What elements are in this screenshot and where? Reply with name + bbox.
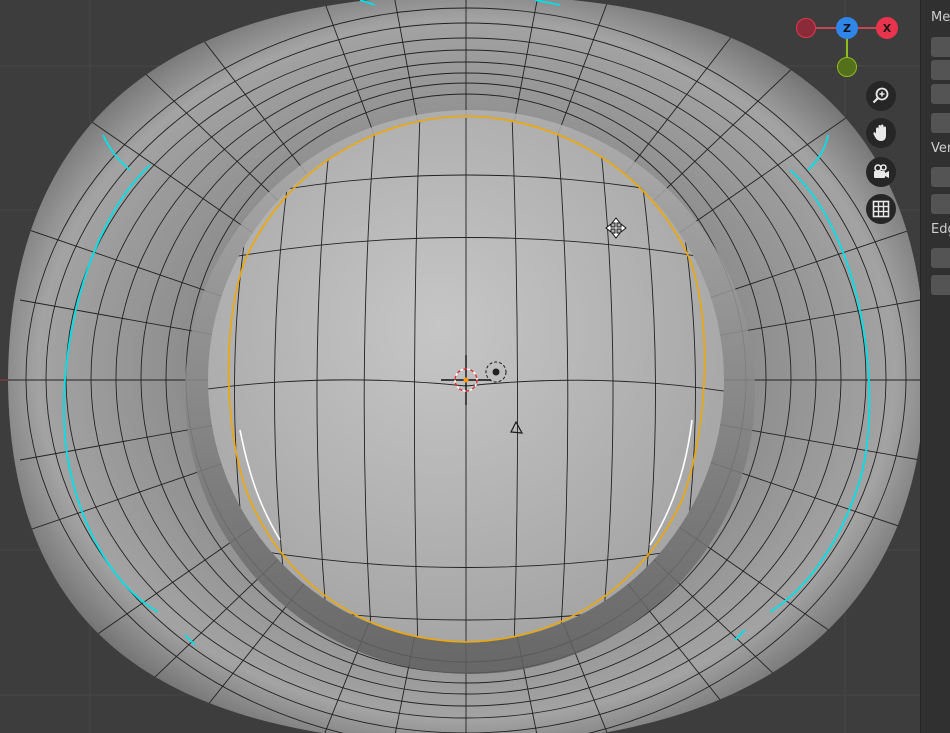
panel-field[interactable] — [931, 167, 950, 187]
camera-icon — [874, 164, 889, 178]
panel-field[interactable] — [931, 113, 950, 133]
panel-label-edge: Edg — [931, 222, 950, 237]
zoom-icon — [872, 87, 889, 104]
panel-field[interactable] — [931, 275, 950, 295]
panel-label-mesh: Me — [931, 10, 950, 25]
gizmo-z-axis[interactable]: Z — [836, 17, 858, 39]
panel-field[interactable] — [931, 84, 950, 104]
panel-label-vertex: Ver — [931, 141, 950, 156]
mesh-scene[interactable] — [0, 0, 950, 733]
pan-button[interactable] — [866, 118, 896, 148]
grid-icon — [872, 200, 890, 218]
camera-view-button[interactable] — [866, 157, 896, 187]
panel-field[interactable] — [931, 60, 950, 80]
properties-side-panel: Me Ver Edg — [920, 0, 950, 733]
gizmo-x-axis[interactable]: X — [876, 17, 898, 39]
gizmo-neg-x-axis[interactable] — [796, 18, 816, 38]
ortho-toggle-button[interactable] — [866, 194, 896, 224]
panel-field[interactable] — [931, 37, 950, 57]
zoom-button[interactable] — [866, 81, 896, 111]
gizmo-neg-y-axis[interactable] — [837, 57, 857, 77]
panel-field[interactable] — [931, 194, 950, 214]
3d-viewport[interactable]: Z X — [0, 0, 950, 733]
pan-hand-icon — [873, 124, 886, 141]
panel-field[interactable] — [931, 248, 950, 268]
